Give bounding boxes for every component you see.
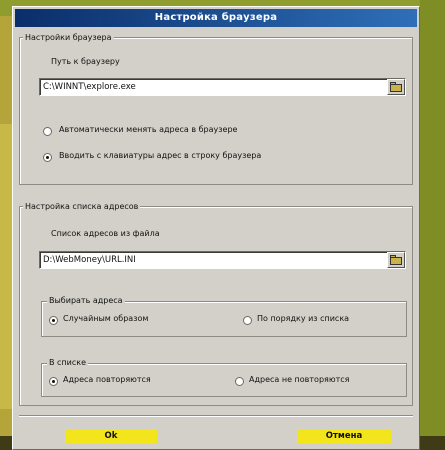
radio-repeat[interactable] <box>49 377 58 386</box>
radio-in-order-label[interactable]: По порядку из списка <box>257 314 349 323</box>
file-list-browse-button[interactable] <box>387 252 405 268</box>
radio-keyboard-input-label[interactable]: Вводить с клавиатуры адрес в строку брау… <box>59 151 261 160</box>
choose-addresses-label: Выбирать адреса <box>47 295 125 306</box>
buttons-divider <box>19 415 413 417</box>
radio-keyboard-input[interactable] <box>43 153 52 162</box>
browser-settings-label: Настройки браузера <box>23 32 114 43</box>
browser-path-input[interactable]: C:\WINNT\explore.exe <box>39 78 406 96</box>
radio-random-label[interactable]: Случайным образом <box>63 314 148 323</box>
folder-icon <box>390 82 402 92</box>
radio-random[interactable] <box>49 316 58 325</box>
file-list-input[interactable]: D:\WebMoney\URL.INI <box>39 251 406 269</box>
radio-no-repeat[interactable] <box>235 377 244 386</box>
in-list-label: В списке <box>47 357 89 368</box>
radio-auto-change-label[interactable]: Автоматически менять адреса в браузере <box>59 125 237 134</box>
backdrop-right <box>420 0 445 450</box>
ok-button[interactable]: Ok <box>65 429 157 444</box>
browser-path-label: Путь к браузеру <box>51 57 120 66</box>
settings-dialog: Настройка браузера Настройки браузера Пу… <box>12 6 420 450</box>
radio-repeat-label[interactable]: Адреса повторяются <box>63 375 151 384</box>
folder-icon <box>390 255 402 265</box>
address-list-label: Настройка списка адресов <box>23 201 141 212</box>
radio-auto-change[interactable] <box>43 127 52 136</box>
cancel-button[interactable]: Отмена <box>297 429 391 444</box>
radio-in-order[interactable] <box>243 316 252 325</box>
file-list-label: Список адресов из файла <box>51 229 160 238</box>
radio-no-repeat-label[interactable]: Адреса не повторяются <box>249 375 349 384</box>
browser-path-browse-button[interactable] <box>387 79 405 95</box>
dialog-title[interactable]: Настройка браузера <box>15 9 417 27</box>
